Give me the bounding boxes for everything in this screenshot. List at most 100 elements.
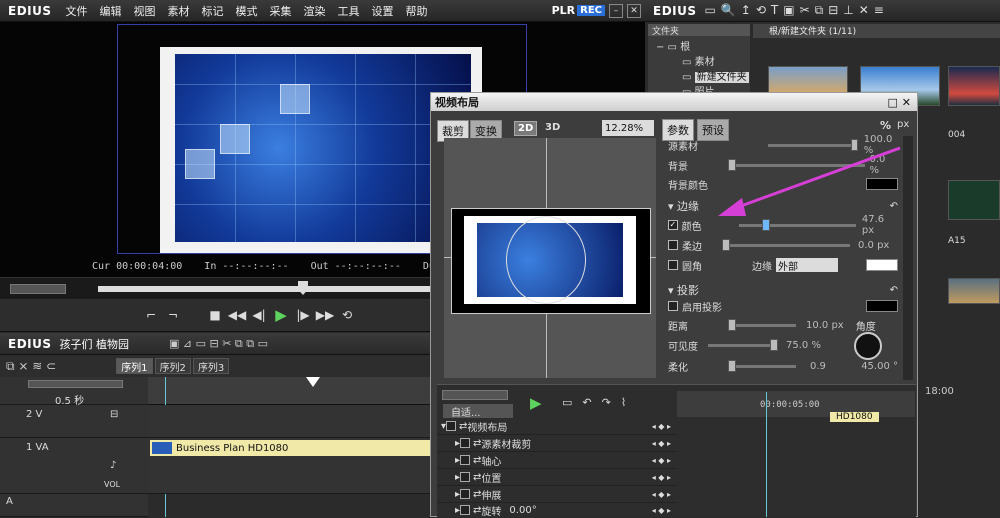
menu-capture[interactable]: 采集 <box>264 3 298 19</box>
bin-thumbnail-4[interactable] <box>948 180 1000 220</box>
border-label: 边缘 <box>752 261 772 273</box>
soft-slider-knob[interactable] <box>722 239 730 251</box>
timeline-playhead-icon[interactable] <box>306 377 320 387</box>
folder-tree-header: 文件夹 <box>648 24 750 37</box>
play-icon[interactable]: ▶ <box>270 306 292 324</box>
dialog-window-buttons[interactable]: □ ✕ <box>888 96 911 109</box>
kf-toolbar-icons[interactable]: ▭↶↷⌇ <box>562 396 636 409</box>
step-forward-icon[interactable]: |▶ <box>292 308 314 322</box>
dialog-preview[interactable] <box>444 138 656 378</box>
stop-icon[interactable]: ■ <box>204 308 226 322</box>
kf-auto-select[interactable]: 自适... <box>443 404 513 419</box>
kf-row-stretch[interactable]: ▸ ⇄ 伸展 ◂ ◆ ▸ <box>437 486 677 503</box>
timeline-clip[interactable]: Business Plan HD1080 <box>150 440 430 456</box>
tree-item-clips[interactable]: ▭ 素材 <box>648 53 750 68</box>
soft-value[interactable]: 0.0 px <box>858 240 889 251</box>
angle-value[interactable]: 45.00 ° <box>861 361 898 372</box>
bin-toolbar-icons[interactable]: ▭🔍↥⟲T▣✂⧉⊟⊥✕≡ <box>705 3 889 18</box>
rewind-icon[interactable]: ◀◀ <box>226 308 248 322</box>
menu-mode[interactable]: 模式 <box>230 3 264 19</box>
tab-sequence-2[interactable]: 序列2 <box>154 358 191 374</box>
distance-value[interactable]: 10.0 px <box>806 320 844 331</box>
mode-3d-button[interactable]: 3D <box>542 121 563 134</box>
angle-label: 角度 <box>855 321 876 333</box>
menu-file[interactable]: 文件 <box>60 3 94 19</box>
enable-shadow-checkbox[interactable] <box>668 301 678 311</box>
unit-px[interactable]: px <box>897 119 909 130</box>
angle-dial[interactable] <box>854 332 882 360</box>
mark-out-icon[interactable]: ¬ <box>162 308 184 322</box>
track-1va-label: 1 VA <box>26 442 49 453</box>
tree-item-new-folder[interactable]: ▭ 新建文件夹 <box>648 68 750 83</box>
timeline-toolbar-icons[interactable]: ▣ ⊿ ▭ ⊟ ✂ ⧉ ⧉ ▭ <box>169 337 268 351</box>
tab-sequence-1[interactable]: 序列1 <box>116 358 153 374</box>
speaker-icon[interactable]: ♪ <box>110 460 116 471</box>
zoom-slider[interactable] <box>28 380 123 388</box>
menu-clip[interactable]: 素材 <box>162 3 196 19</box>
minimize-icon[interactable]: – <box>609 3 623 18</box>
track-tools-icons[interactable]: ⧉ ⨯ ≋ ⊂ <box>6 359 56 374</box>
kf-row-pivot[interactable]: ▸ ⇄ 轴心 ◂ ◆ ▸ <box>437 452 677 469</box>
main-menubar: EDIUS 文件 编辑 视图 素材 标记 模式 采集 渲染 工具 设置 帮助 P… <box>0 0 645 22</box>
plr-label[interactable]: PLR <box>552 4 576 17</box>
dialog-title-bar: 视频布局 □ ✕ <box>431 93 917 111</box>
out-value: --:--:--:-- <box>334 260 401 272</box>
project-name: 孩子们 植物园 <box>59 337 130 351</box>
distance-slider-knob[interactable] <box>728 319 736 331</box>
timeline-ruler[interactable] <box>148 377 430 405</box>
menu-render[interactable]: 渲染 <box>298 3 332 19</box>
param-softness: 柔化 0.9 45.00 ° <box>668 360 898 374</box>
step-back-icon[interactable]: ◀| <box>248 308 270 322</box>
border-color-swatch[interactable] <box>866 259 898 271</box>
kf-play-icon[interactable]: ▶ <box>530 394 542 412</box>
param-enable-shadow: 启用投影 <box>668 297 898 315</box>
softness-slider-knob[interactable] <box>728 360 736 372</box>
border-select[interactable]: 外部 <box>776 258 838 273</box>
menu-help[interactable]: 帮助 <box>400 3 434 19</box>
soft-edge-checkbox[interactable] <box>668 240 678 250</box>
rec-label[interactable]: REC <box>577 5 605 16</box>
mode-2d-button[interactable]: 2D <box>514 121 538 136</box>
shadow-color-swatch[interactable] <box>866 300 898 312</box>
kf-row-rotation[interactable]: ▸ ⇄ 旋转 0.00° ◂ ◆ ▸ <box>437 503 677 518</box>
bin-toolbar: EDIUS ▭🔍↥⟲T▣✂⧉⊟⊥✕≡ <box>645 0 1000 22</box>
loop-icon[interactable]: ⟲ <box>336 308 358 322</box>
unit-percent[interactable]: % <box>880 119 891 132</box>
clip-thumbnail <box>152 442 172 454</box>
bin-logo: EDIUS <box>653 3 697 18</box>
in-label: In <box>204 260 217 272</box>
softness-value[interactable]: 0.9 <box>810 361 826 372</box>
tree-root[interactable]: − ▭ 根 <box>648 38 750 53</box>
track-2v-lane[interactable] <box>148 405 430 438</box>
visibility-slider-knob[interactable] <box>770 339 778 351</box>
tab-sequence-3[interactable]: 序列3 <box>192 358 230 374</box>
fast-forward-icon[interactable]: ▶▶ <box>314 308 336 322</box>
kf-row-crop[interactable]: ▸ ⇄ 源素材裁剪 ◂ ◆ ▸ <box>437 435 677 452</box>
shadow-reset-icon[interactable]: ↶ <box>890 285 898 296</box>
annotation-arrow-icon <box>718 146 901 216</box>
playhead-icon[interactable] <box>298 281 308 295</box>
mark-in-icon[interactable]: ⌐ <box>140 308 162 322</box>
track-lock-icon[interactable]: ⊟ <box>110 409 118 420</box>
color-checkbox[interactable]: ✓ <box>668 220 678 230</box>
cur-label: Cur <box>92 260 111 272</box>
menu-view[interactable]: 视图 <box>128 3 162 19</box>
bin-thumbnail-5[interactable] <box>948 278 1000 304</box>
thumb-label-004: 004 <box>948 130 966 140</box>
bin-thumbnail-3[interactable] <box>948 66 1000 106</box>
rounded-checkbox[interactable] <box>668 260 678 270</box>
close-icon[interactable]: ✕ <box>627 3 641 18</box>
app-logo: EDIUS <box>8 3 52 18</box>
visibility-value[interactable]: 75.0 % <box>786 340 821 351</box>
menu-tools[interactable]: 工具 <box>332 3 366 19</box>
menu-marker[interactable]: 标记 <box>196 3 230 19</box>
zoom-select[interactable]: 12.28% <box>602 120 654 136</box>
kf-cursor-line <box>766 392 767 517</box>
kf-row-position[interactable]: ▸ ⇄ 位置 ◂ ◆ ▸ <box>437 469 677 486</box>
shuttle-slider[interactable] <box>10 284 66 294</box>
kf-row-root[interactable]: ▾ ⇄ 视频布局 ◂ ◆ ▸ <box>437 418 677 435</box>
menu-edit[interactable]: 编辑 <box>94 3 128 19</box>
track-a-header: A <box>0 494 148 517</box>
kf-zoom-slider[interactable] <box>442 390 508 400</box>
menu-settings[interactable]: 设置 <box>366 3 400 19</box>
